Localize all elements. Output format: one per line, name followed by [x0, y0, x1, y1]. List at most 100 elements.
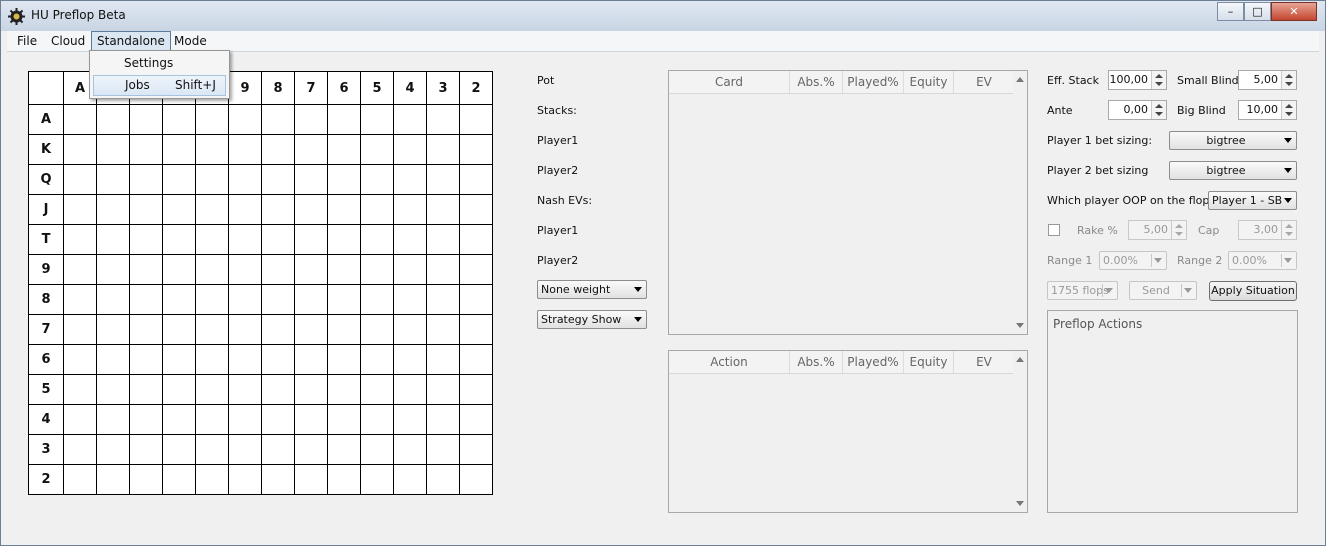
- hand-cell[interactable]: [96, 284, 130, 315]
- hand-cell[interactable]: [426, 164, 460, 195]
- hand-cell[interactable]: [294, 314, 328, 345]
- hand-cell[interactable]: [327, 374, 361, 405]
- scroll-up-icon[interactable]: [1016, 77, 1024, 82]
- scroll-down-icon[interactable]: [1016, 323, 1024, 328]
- hand-cell[interactable]: [96, 254, 130, 285]
- hand-cell[interactable]: [162, 254, 196, 285]
- hand-cell[interactable]: [294, 254, 328, 285]
- played-col-header[interactable]: Played%: [843, 351, 904, 373]
- scroll-down-icon[interactable]: [1016, 501, 1024, 506]
- hand-cell[interactable]: [228, 164, 262, 195]
- hand-cell[interactable]: [393, 224, 427, 255]
- abs-col-header[interactable]: Abs.%: [790, 71, 843, 93]
- rake-checkbox[interactable]: [1048, 224, 1060, 236]
- hand-cell[interactable]: [195, 194, 229, 225]
- menu-standalone[interactable]: Standalone: [91, 31, 171, 51]
- hand-cell[interactable]: [327, 344, 361, 375]
- hand-cell[interactable]: [261, 164, 295, 195]
- scroll-up-icon[interactable]: [1016, 357, 1024, 362]
- hand-cell[interactable]: [327, 404, 361, 435]
- hand-cell[interactable]: [294, 284, 328, 315]
- action-table-scrollbar[interactable]: [1013, 351, 1027, 512]
- hand-cell[interactable]: [360, 374, 394, 405]
- hand-cell[interactable]: [327, 134, 361, 165]
- hand-cell[interactable]: [63, 374, 97, 405]
- hand-cell[interactable]: [426, 224, 460, 255]
- hand-cell[interactable]: [96, 224, 130, 255]
- card-col-header[interactable]: Card: [669, 71, 790, 93]
- p1-bet-sizing-select[interactable]: bigtree: [1169, 131, 1297, 150]
- hand-cell[interactable]: [162, 314, 196, 345]
- card-table-scrollbar[interactable]: [1013, 71, 1027, 334]
- hand-cell[interactable]: [360, 344, 394, 375]
- hand-cell[interactable]: [63, 254, 97, 285]
- menu-mode[interactable]: Mode: [169, 32, 212, 50]
- hand-cell[interactable]: [360, 404, 394, 435]
- hand-cell[interactable]: [327, 464, 361, 495]
- hand-cell[interactable]: [162, 404, 196, 435]
- hand-cell[interactable]: [393, 374, 427, 405]
- hand-cell[interactable]: [261, 404, 295, 435]
- hand-cell[interactable]: [129, 134, 163, 165]
- hand-cell[interactable]: [129, 374, 163, 405]
- hand-cell[interactable]: [360, 224, 394, 255]
- hand-cell[interactable]: [459, 434, 493, 465]
- hand-cell[interactable]: [195, 224, 229, 255]
- hand-cell[interactable]: [129, 104, 163, 135]
- spin-down-icon[interactable]: [1155, 82, 1163, 86]
- hand-cell[interactable]: [459, 194, 493, 225]
- flops-select[interactable]: 1755 flops: [1047, 281, 1118, 300]
- hand-cell[interactable]: [195, 344, 229, 375]
- spin-down-icon[interactable]: [1285, 232, 1293, 236]
- hand-cell[interactable]: [360, 464, 394, 495]
- hand-cell[interactable]: [63, 284, 97, 315]
- hand-cell[interactable]: [393, 194, 427, 225]
- hand-cell[interactable]: [327, 194, 361, 225]
- abs-col-header[interactable]: Abs.%: [790, 351, 843, 373]
- menu-cloud[interactable]: Cloud: [46, 32, 90, 50]
- spin-down-icon[interactable]: [1285, 82, 1293, 86]
- hand-cell[interactable]: [393, 254, 427, 285]
- p2-bet-sizing-select[interactable]: bigtree: [1169, 161, 1297, 180]
- hand-cell[interactable]: [294, 464, 328, 495]
- spin-up-icon[interactable]: [1175, 224, 1183, 228]
- big-blind-spinbox[interactable]: 10,00: [1238, 100, 1297, 120]
- hand-cell[interactable]: [426, 404, 460, 435]
- hand-cell[interactable]: [294, 164, 328, 195]
- hand-cell[interactable]: [459, 134, 493, 165]
- menu-item-settings[interactable]: Settings: [93, 53, 226, 74]
- hand-cell[interactable]: [294, 224, 328, 255]
- weight-select[interactable]: None weight: [537, 280, 647, 299]
- minimize-button[interactable]: –: [1217, 2, 1244, 21]
- ante-spinbox[interactable]: 0,00: [1108, 100, 1167, 120]
- hand-cell[interactable]: [96, 434, 130, 465]
- hand-cell[interactable]: [162, 224, 196, 255]
- spin-up-icon[interactable]: [1155, 74, 1163, 78]
- spin-down-icon[interactable]: [1285, 112, 1293, 116]
- hand-cell[interactable]: [129, 254, 163, 285]
- card-table[interactable]: Card Abs.% Played% Equity EV: [668, 70, 1028, 335]
- hand-cell[interactable]: [162, 464, 196, 495]
- hand-cell[interactable]: [195, 104, 229, 135]
- ev-col-header[interactable]: EV: [954, 351, 1014, 373]
- hand-cell[interactable]: [129, 164, 163, 195]
- action-col-header[interactable]: Action: [669, 351, 790, 373]
- range2-select[interactable]: 0.00%: [1228, 251, 1297, 270]
- hand-cell[interactable]: [360, 284, 394, 315]
- hand-cell[interactable]: [393, 314, 427, 345]
- equity-col-header[interactable]: Equity: [904, 351, 954, 373]
- hand-cell[interactable]: [63, 194, 97, 225]
- strategy-select[interactable]: Strategy Show: [537, 310, 647, 329]
- hand-cell[interactable]: [360, 164, 394, 195]
- hand-cell[interactable]: [162, 134, 196, 165]
- hand-cell[interactable]: [459, 314, 493, 345]
- hand-cell[interactable]: [261, 224, 295, 255]
- hand-cell[interactable]: [228, 314, 262, 345]
- oop-select[interactable]: Player 1 - SB: [1208, 191, 1297, 210]
- hand-cell[interactable]: [63, 224, 97, 255]
- hand-cell[interactable]: [426, 104, 460, 135]
- hand-cell[interactable]: [96, 164, 130, 195]
- hand-cell[interactable]: [393, 164, 427, 195]
- hand-cell[interactable]: [426, 314, 460, 345]
- hand-cell[interactable]: [228, 104, 262, 135]
